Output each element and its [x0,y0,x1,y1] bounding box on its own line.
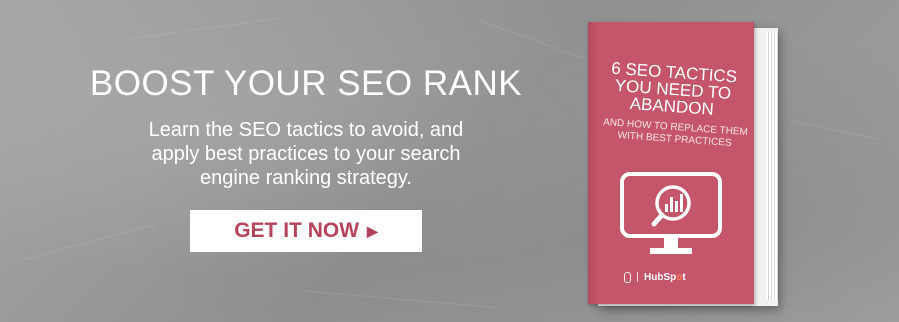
partner-logo-icon [624,271,631,283]
headline: BOOST YOUR SEO RANK [89,64,523,103]
hubspot-logo-text: HubSp [644,271,677,283]
subtext-line: apply best practices to your search [151,143,461,165]
get-it-now-button[interactable]: GET IT NOW ▶ [190,210,422,252]
monitor-search-chart-icon [620,172,722,254]
partner-logo [624,271,631,283]
subtext: Learn the SEO tactics to avoid, and appl… [96,118,516,190]
book-front-cover: 6 SEO TACTICS YOU NEED TO ABANDON AND HO… [588,22,754,304]
texture-line [19,223,156,261]
cta-label: GET IT NOW [234,219,360,242]
texture-line [299,290,500,309]
ebook-banner[interactable]: BOOST YOUR SEO RANK Learn the SEO tactic… [0,0,899,322]
texture-line [789,120,879,140]
hubspot-logo-text-end: t [682,271,686,283]
book-logos: HubSpot [624,268,734,286]
subtext-line: engine ranking strategy. [200,167,412,189]
texture-line [119,17,279,41]
book-subtitle: AND HOW TO REPLACE THEM WITH BEST PRACTI… [599,117,750,151]
book-title: 6 SEO TACTICS YOU NEED TO ABANDON [596,59,749,120]
play-arrow-icon: ▶ [367,222,378,239]
hubspot-logo: HubSpot [644,272,686,283]
subtext-line: Learn the SEO tactics to avoid, and [148,119,464,141]
ebook-cover[interactable]: 6 SEO TACTICS YOU NEED TO ABANDON AND HO… [588,22,778,310]
texture-line [479,20,584,59]
logo-divider [637,272,638,282]
